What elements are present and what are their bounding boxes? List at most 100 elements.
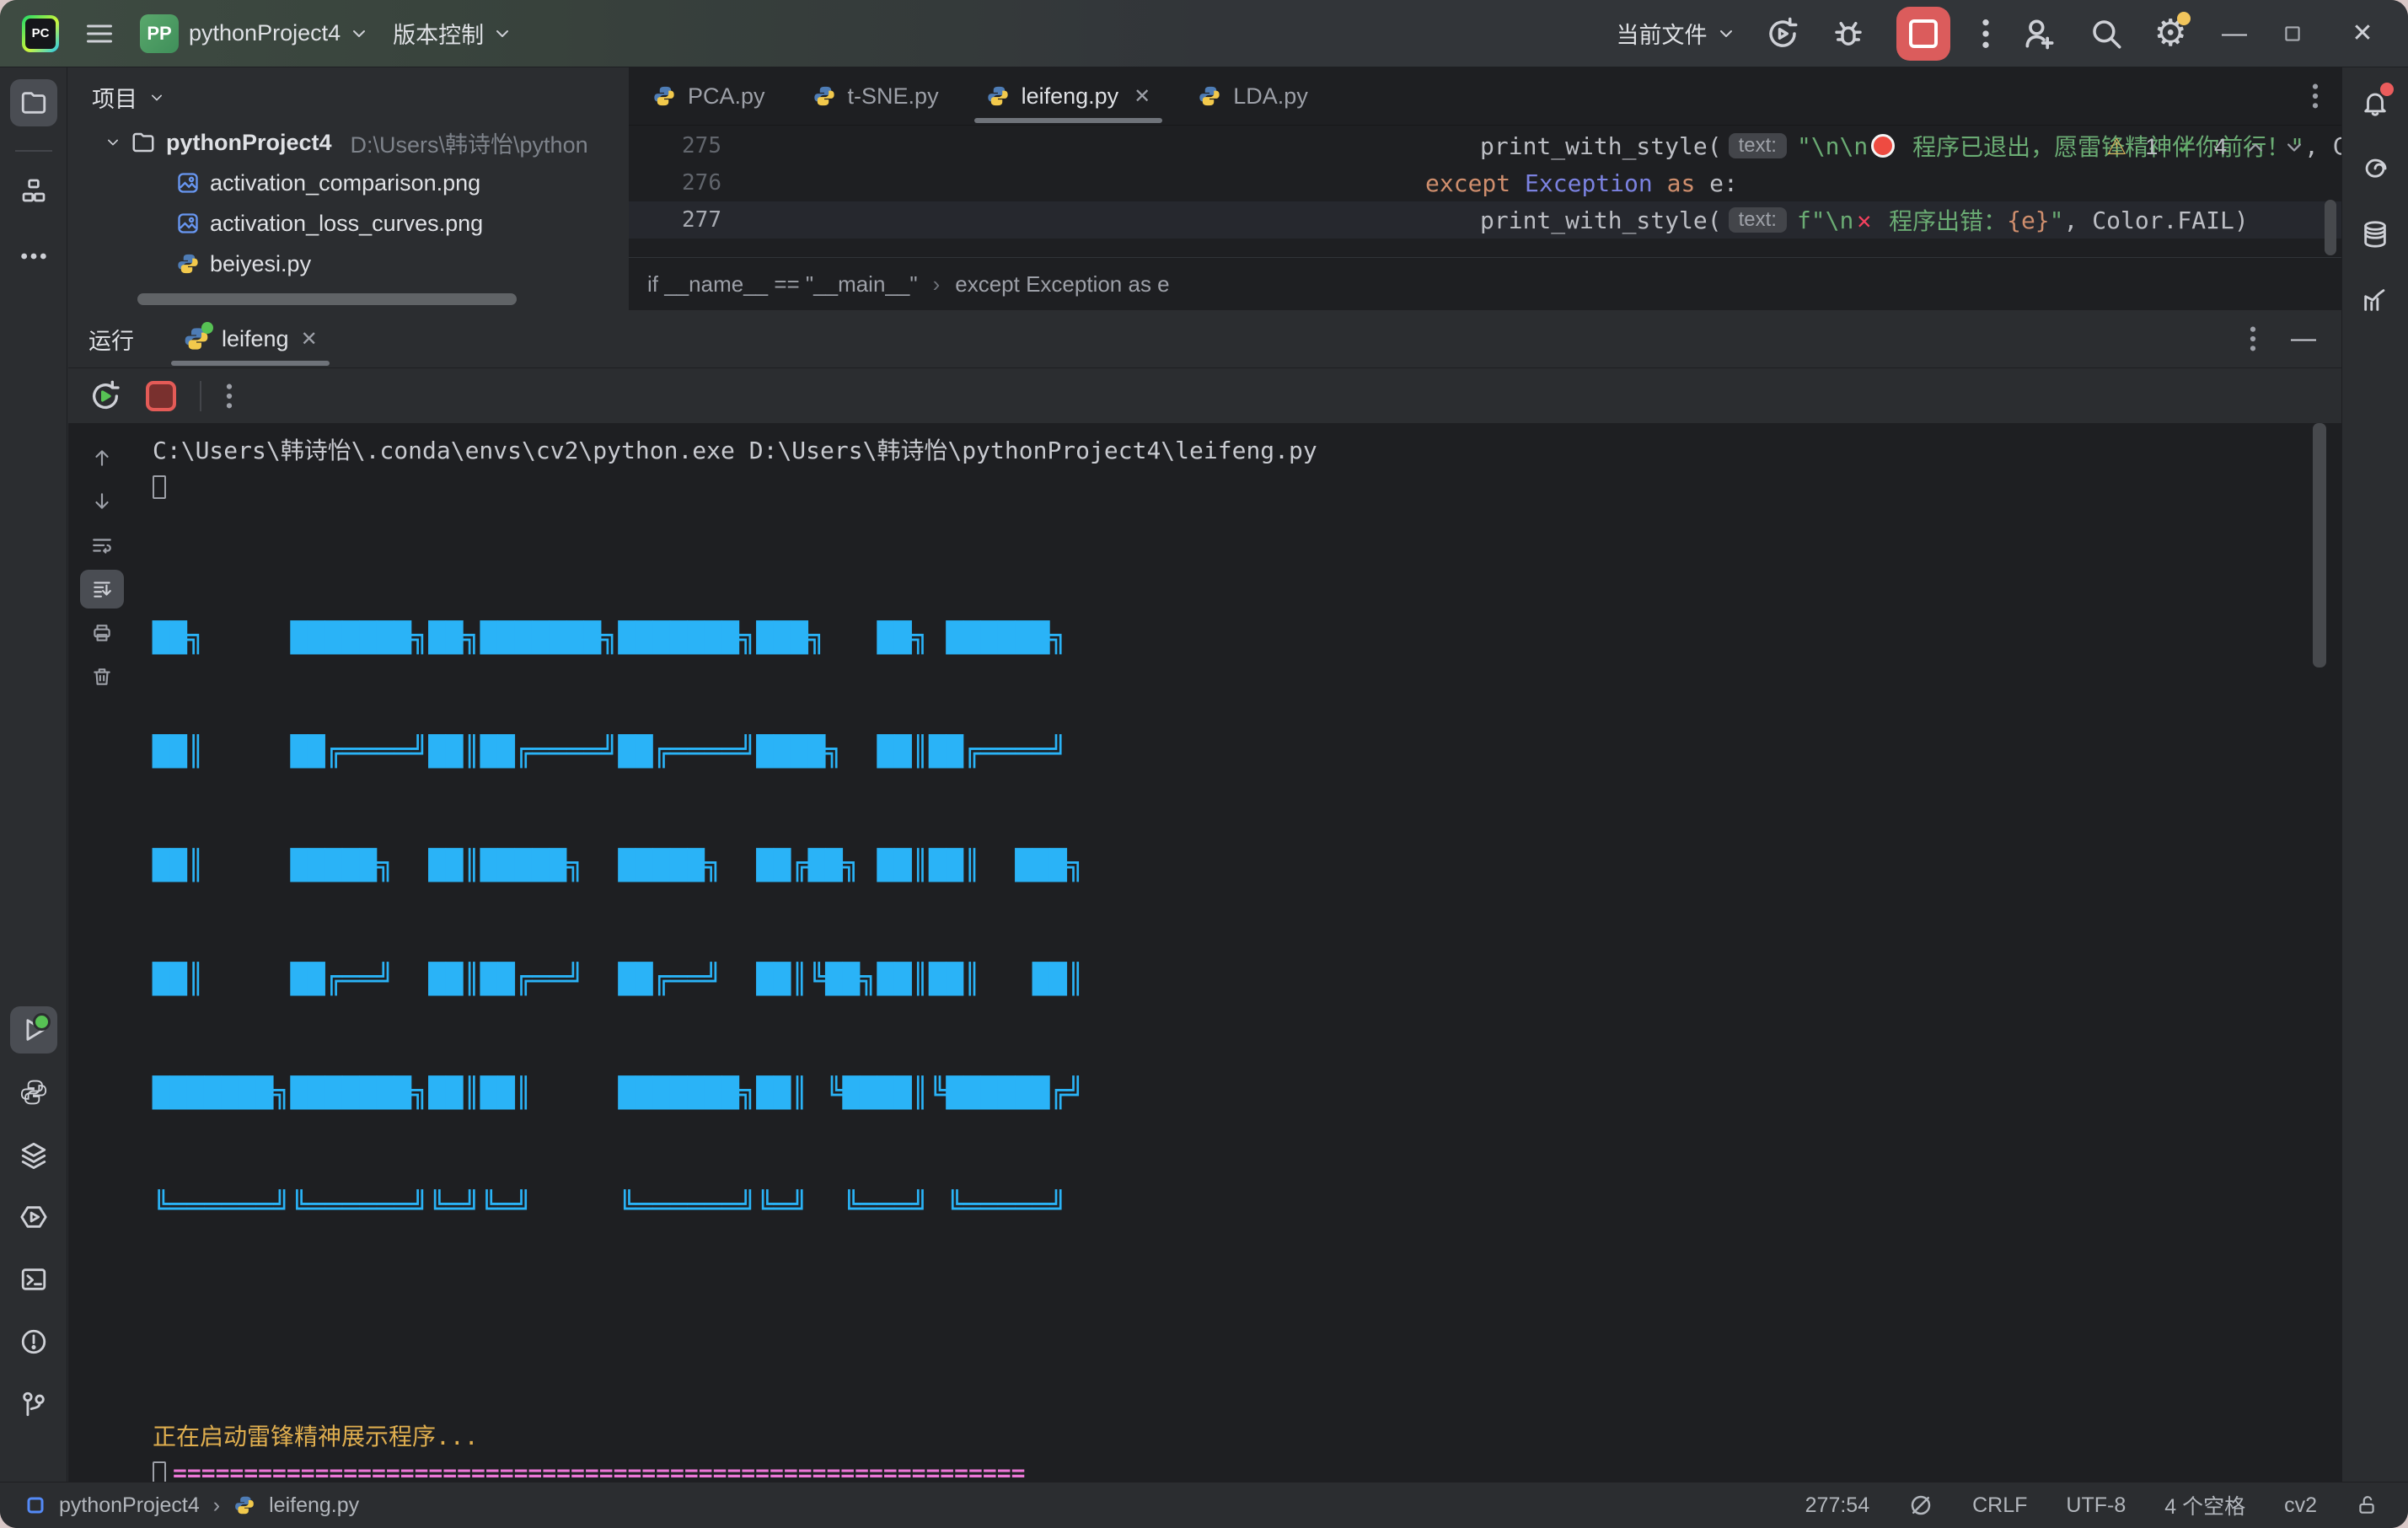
tree-root-path: D:\Users\韩诗怡\python xyxy=(351,126,588,159)
tab-label: leifeng.py xyxy=(1022,83,1119,110)
scroll-up-button[interactable] xyxy=(80,438,124,477)
trash-icon xyxy=(91,666,113,688)
ai-disabled-icon[interactable] xyxy=(1908,1493,1933,1518)
tab-leifeng[interactable]: leifeng.py ✕ xyxy=(963,67,1175,125)
console-scrollbar[interactable] xyxy=(2313,423,2326,667)
run-tab-close-icon[interactable]: ✕ xyxy=(301,327,318,351)
ascii-art-line: ██║ ██╔════╝██║██╔════╝██╔════╝████╗ ██║… xyxy=(153,733,2291,771)
encoding-widget[interactable]: UTF-8 xyxy=(2066,1493,2126,1518)
ascii-art-line: ███████╗███████╗██║██║ ███████╗██║ ╚████… xyxy=(153,1075,2291,1112)
run-toolbar xyxy=(68,368,2341,425)
window-close-button[interactable]: ✕ xyxy=(2346,19,2379,48)
notifications-button[interactable] xyxy=(2352,79,2399,126)
status-project-name[interactable]: pythonProject4 xyxy=(59,1493,200,1518)
line-number: 275 xyxy=(629,133,721,158)
variable-e: e: xyxy=(1709,169,1738,197)
tree-item-beiyesi[interactable]: beiyesi.py xyxy=(68,244,628,284)
print-button[interactable] xyxy=(80,614,124,652)
more-run-actions-button[interactable] xyxy=(1981,17,1991,51)
tree-item-activation-comparison[interactable]: activation_comparison.png xyxy=(68,163,628,203)
vcs-widget[interactable]: 版本控制 xyxy=(393,17,511,50)
services-icon xyxy=(19,1203,48,1231)
run-header-actions: — xyxy=(2249,324,2341,353)
keyword-as: as xyxy=(1653,169,1709,197)
scroll-down-button[interactable] xyxy=(80,482,124,521)
soft-wrap-button[interactable] xyxy=(80,526,124,565)
inspection-widget[interactable]: ⚠1 ✓4 xyxy=(2106,134,2304,160)
tab-label: PCA.py xyxy=(688,83,765,110)
breadcrumb-separator: › xyxy=(213,1493,220,1518)
stop-button[interactable] xyxy=(1896,7,1950,61)
clear-console-button[interactable] xyxy=(80,657,124,696)
run-tool-window: 运行 leifeng ✕ — xyxy=(68,310,2341,1482)
chevron-down-icon[interactable] xyxy=(2284,141,2304,154)
code-with-me-button[interactable] xyxy=(2021,15,2058,52)
rerun-program-button[interactable] xyxy=(88,379,122,413)
tool-project-button[interactable] xyxy=(10,79,57,126)
arrow-down-icon xyxy=(91,491,113,512)
run-active-dot xyxy=(33,1013,51,1031)
unlock-icon[interactable] xyxy=(2356,1493,2378,1518)
tree-item-activation-loss-curves[interactable]: activation_loss_curves.png xyxy=(68,203,628,244)
tool-structure-button[interactable] xyxy=(10,167,57,214)
tab-pca[interactable]: PCA.py xyxy=(629,67,789,125)
chevron-up-icon[interactable] xyxy=(2245,141,2266,154)
tool-run-button[interactable] xyxy=(10,1006,57,1054)
rerun-button[interactable] xyxy=(1765,16,1800,51)
tool-vcs-button[interactable] xyxy=(10,1381,57,1428)
run-panel-title[interactable]: 运行 xyxy=(68,323,163,356)
window-minimize-button[interactable]: — xyxy=(2218,19,2251,48)
tool-layers-button[interactable] xyxy=(10,1131,57,1178)
breadcrumb-item[interactable]: if __name__ == "__main__" xyxy=(647,271,918,298)
project-horizontal-scrollbar[interactable] xyxy=(137,293,517,305)
ascii-art-banner: ██╗ ███████╗██╗███████╗███████╗███╗ ██╗ … xyxy=(153,544,2291,1302)
tree-item-label: activation_loss_curves.png xyxy=(210,211,483,237)
python-icon xyxy=(19,1078,48,1107)
status-widgets: 277:54 CRLF UTF-8 4 个空格 cv2 xyxy=(1805,1490,2408,1520)
kebab-icon[interactable] xyxy=(2249,324,2257,353)
debug-button[interactable] xyxy=(1831,16,1866,51)
code-viewport[interactable]: 275 print_with_style(text:"\n\n 程序已退出，愿雷… xyxy=(629,126,2341,257)
line-ending-widget[interactable]: CRLF xyxy=(1972,1493,2027,1518)
tool-services-button[interactable] xyxy=(10,1193,57,1241)
hide-panel-button[interactable]: — xyxy=(2291,324,2316,353)
tab-lda[interactable]: LDA.py xyxy=(1174,67,1332,125)
run-configuration-selector[interactable]: 当前文件 xyxy=(1617,17,1735,50)
stop-program-button[interactable] xyxy=(146,381,176,411)
window-maximize-button[interactable] xyxy=(2282,23,2315,45)
database-button[interactable] xyxy=(2352,211,2399,258)
active-tab-indicator xyxy=(974,118,1163,123)
project-panel-header[interactable]: 项目 xyxy=(68,67,628,122)
project-selector[interactable]: PP pythonProject4 xyxy=(140,14,367,53)
indent-widget[interactable]: 4 个空格 xyxy=(2164,1490,2245,1520)
main-menu-button[interactable] xyxy=(84,19,115,49)
ai-assistant-button[interactable] xyxy=(2352,145,2399,192)
interpreter-widget[interactable]: cv2 xyxy=(2284,1493,2317,1518)
structure-icon xyxy=(20,177,47,204)
caret-position-widget[interactable]: 277:54 xyxy=(1805,1493,1869,1518)
settings-button[interactable]: ⚙ xyxy=(2154,15,2187,52)
terminal-icon xyxy=(19,1265,48,1294)
run-tab-leifeng[interactable]: leifeng ✕ xyxy=(163,310,338,367)
console-area[interactable]: C:\Users\韩诗怡\.conda\envs\cv2\python.exe … xyxy=(68,423,2341,1482)
python-file-icon xyxy=(652,84,676,108)
settings-badge-dot xyxy=(2177,12,2191,25)
scroll-to-end-button[interactable] xyxy=(80,570,124,609)
kebab-icon[interactable] xyxy=(225,382,233,410)
breadcrumb-item[interactable]: except Exception as e xyxy=(955,271,1169,298)
tool-python-packages-button[interactable] xyxy=(10,1069,57,1116)
tree-root-row[interactable]: pythonProject4 D:\Users\韩诗怡\python xyxy=(68,122,628,163)
sciview-button[interactable] xyxy=(2352,276,2399,324)
editor-scrollbar[interactable] xyxy=(2325,200,2336,255)
console-line-escape xyxy=(153,468,2291,506)
status-file-name[interactable]: leifeng.py xyxy=(269,1493,359,1518)
fstring-expr: {e} xyxy=(2007,206,2050,234)
tab-close-icon[interactable]: ✕ xyxy=(1134,84,1150,109)
tool-terminal-button[interactable] xyxy=(10,1256,57,1303)
tab-options-button[interactable] xyxy=(2311,82,2320,110)
tool-problems-button[interactable] xyxy=(10,1318,57,1365)
search-everywhere-button[interactable] xyxy=(2089,16,2124,51)
tab-tsne[interactable]: t-SNE.py xyxy=(789,67,963,125)
tool-more-button[interactable] xyxy=(10,233,57,280)
vcs-label: 版本控制 xyxy=(393,17,484,50)
